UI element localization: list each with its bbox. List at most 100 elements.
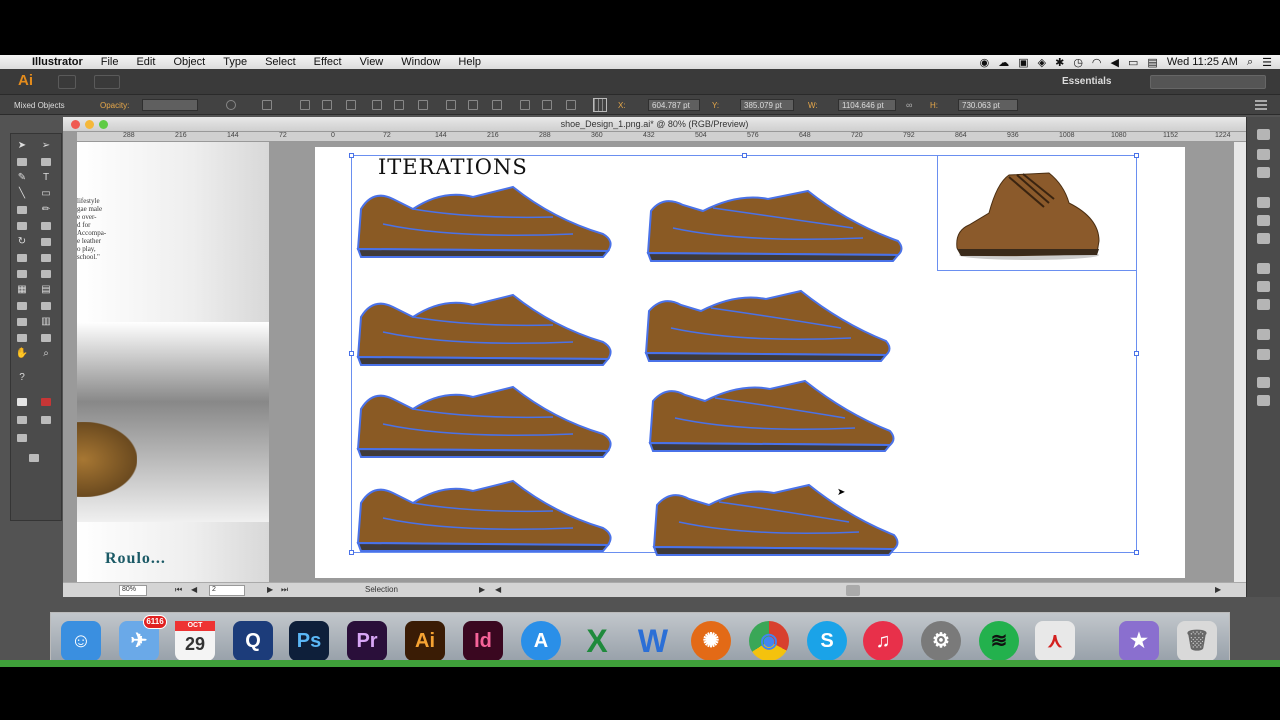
- spotlight-icon[interactable]: ⌕: [1247, 56, 1253, 69]
- arrange-documents-icon[interactable]: [94, 75, 120, 89]
- reference-shoe-photo[interactable]: [949, 163, 1107, 263]
- x-field[interactable]: 604.787 pt: [648, 99, 700, 111]
- shoe-iteration-7[interactable]: [353, 473, 618, 553]
- last-artboard-icon[interactable]: ⏭: [281, 585, 288, 595]
- selection-handle[interactable]: [349, 153, 354, 158]
- stroke-panel-icon[interactable]: [1257, 233, 1270, 244]
- cloud-icon[interactable]: ☁: [998, 56, 1009, 69]
- record-icon[interactable]: ◉: [980, 56, 990, 69]
- dock-chrome[interactable]: ◉: [749, 621, 789, 661]
- scroll-right-icon[interactable]: ▶: [1215, 585, 1221, 594]
- shoe-iteration-5[interactable]: [353, 379, 618, 459]
- bluetooth-icon[interactable]: ✱: [1055, 56, 1064, 69]
- menu-effect[interactable]: Effect: [314, 56, 342, 68]
- selection-handle[interactable]: [742, 153, 747, 158]
- mesh-tool-icon[interactable]: ▦: [15, 284, 29, 296]
- align-top-icon[interactable]: [372, 100, 382, 110]
- menu-help[interactable]: Help: [458, 56, 481, 68]
- datetime[interactable]: Wed 11:25 AM: [1167, 56, 1238, 68]
- dock-itunes[interactable]: ♫: [863, 621, 903, 661]
- battery-icon[interactable]: ▭: [1128, 56, 1138, 69]
- perspective-grid-tool-icon[interactable]: [39, 268, 53, 280]
- zoom-level-field[interactable]: 80%: [119, 585, 147, 596]
- menu-type[interactable]: Type: [223, 56, 247, 68]
- distribute-vcenter-icon[interactable]: [468, 100, 478, 110]
- color-panel-icon[interactable]: [1257, 129, 1270, 140]
- workspace-switcher[interactable]: Essentials: [1062, 76, 1111, 87]
- dock-calendar[interactable]: OCT 29: [175, 621, 215, 661]
- artboard-number-field[interactable]: 2: [209, 585, 245, 596]
- dock-word[interactable]: W: [633, 621, 673, 661]
- eraser-tool-icon[interactable]: [39, 220, 53, 232]
- gradient-mode-icon[interactable]: [39, 414, 53, 426]
- horizontal-scroll-thumb[interactable]: [846, 585, 860, 596]
- eyedropper-tool-icon[interactable]: [15, 300, 29, 312]
- distribute-right-icon[interactable]: [566, 100, 576, 110]
- shoe-iteration-4[interactable]: [641, 283, 906, 363]
- opacity-field[interactable]: [142, 99, 198, 111]
- previous-artboard-icon[interactable]: ◀: [191, 585, 197, 594]
- help-icon[interactable]: ?: [15, 372, 29, 384]
- selection-handle[interactable]: [1134, 351, 1139, 356]
- distribute-bottom-icon[interactable]: [492, 100, 502, 110]
- magic-wand-tool-icon[interactable]: [15, 156, 29, 168]
- layers-panel-icon[interactable]: [1257, 377, 1270, 388]
- fill-swatch-icon[interactable]: [15, 396, 29, 408]
- dropbox-icon[interactable]: ◈: [1038, 56, 1046, 69]
- volume-icon[interactable]: ◀: [1111, 56, 1119, 69]
- pencil-tool-icon[interactable]: ✏: [39, 204, 53, 216]
- color-mode-icon[interactable]: [15, 414, 29, 426]
- vertical-scrollbar[interactable]: [1234, 142, 1246, 582]
- brushes-panel-icon[interactable]: [1257, 197, 1270, 208]
- minimize-window-icon[interactable]: [85, 120, 94, 129]
- dock-spotify[interactable]: ≋: [979, 621, 1019, 661]
- dock-trash[interactable]: 🗑: [1177, 621, 1217, 661]
- shoe-iteration-6[interactable]: [645, 373, 910, 453]
- selection-tool-icon[interactable]: ➤: [15, 140, 29, 152]
- menu-file[interactable]: File: [101, 56, 119, 68]
- opacity-label[interactable]: Opacity:: [100, 101, 129, 110]
- dock-premiere[interactable]: Pr: [347, 621, 387, 661]
- distribute-left-icon[interactable]: [520, 100, 530, 110]
- dock-illustrator[interactable]: Ai: [405, 621, 445, 661]
- link-icon[interactable]: ∞: [906, 100, 916, 110]
- menu-edit[interactable]: Edit: [136, 56, 155, 68]
- lasso-tool-icon[interactable]: [39, 156, 53, 168]
- control-menu-icon[interactable]: [1255, 100, 1267, 110]
- drawing-mode-icon[interactable]: [15, 432, 29, 444]
- artboards-panel-icon[interactable]: [1257, 349, 1270, 360]
- menu-app-name[interactable]: Illustrator: [32, 56, 83, 68]
- horizontal-ruler[interactable]: 288 216 144 72 0 72 144 216 288 360 432 504 576 648 72…: [77, 132, 1246, 142]
- pen-tool-icon[interactable]: ✎: [15, 172, 29, 184]
- scroll-left-icon[interactable]: ◀: [495, 585, 501, 594]
- type-tool-icon[interactable]: T: [39, 172, 53, 184]
- align-right-icon[interactable]: [346, 100, 356, 110]
- hand-tool-icon[interactable]: ✋: [15, 348, 29, 360]
- dock-system-preferences[interactable]: ⚙: [921, 621, 961, 661]
- wifi-icon[interactable]: ◠: [1092, 56, 1102, 69]
- line-tool-icon[interactable]: ╲: [15, 188, 29, 200]
- dock-finder[interactable]: ☺: [61, 621, 101, 661]
- clock-icon[interactable]: ◷: [1073, 56, 1083, 69]
- paintbrush-tool-icon[interactable]: [15, 204, 29, 216]
- screen-mode-icon[interactable]: [27, 452, 41, 464]
- artboard[interactable]: ITERATIONS ➤: [315, 147, 1185, 578]
- bridge-icon[interactable]: [58, 75, 76, 89]
- dock-app-store[interactable]: A: [521, 621, 561, 661]
- current-tool-status[interactable]: Selection: [365, 585, 398, 594]
- shape-builder-tool-icon[interactable]: [15, 268, 29, 280]
- dock-mail[interactable]: ✈ 6116: [119, 615, 167, 661]
- shoe-iteration-2[interactable]: [643, 183, 908, 263]
- distribute-hcenter-icon[interactable]: [542, 100, 552, 110]
- notification-icon[interactable]: ☰: [1262, 56, 1272, 69]
- menu-view[interactable]: View: [360, 56, 384, 68]
- flag-icon[interactable]: ▤: [1147, 56, 1157, 69]
- menu-object[interactable]: Object: [173, 56, 205, 68]
- transparency-panel-icon[interactable]: [1257, 281, 1270, 292]
- slice-tool-icon[interactable]: [39, 332, 53, 344]
- y-field[interactable]: 385.079 pt: [740, 99, 794, 111]
- shoe-iteration-3[interactable]: [353, 287, 618, 367]
- swatches-panel-icon[interactable]: [1257, 167, 1270, 178]
- h-field[interactable]: 730.063 pt: [958, 99, 1018, 111]
- menu-select[interactable]: Select: [265, 56, 296, 68]
